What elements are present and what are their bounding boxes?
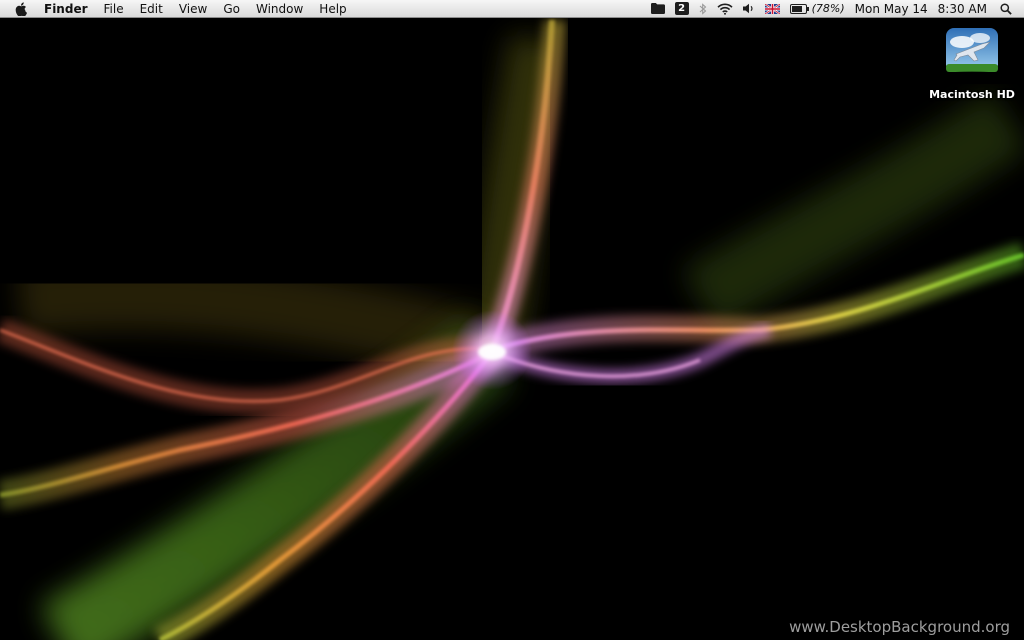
menu-go[interactable]: Go	[215, 0, 248, 18]
battery-icon	[789, 3, 809, 14]
desktop-icon-macintosh-hd[interactable]: Macintosh HD	[929, 24, 1015, 101]
spotlight-search-icon[interactable]	[1000, 0, 1012, 18]
desktop-icon-label: Macintosh HD	[929, 88, 1015, 101]
aurora-wallpaper	[0, 19, 1024, 640]
battery-percent: (78%)	[811, 2, 845, 15]
menu-extras: 2 (78%) Mon May 14 8:30 AM	[646, 0, 1024, 18]
menu-clock[interactable]: 8:30 AM	[938, 2, 987, 16]
wifi-icon[interactable]	[717, 0, 733, 18]
apple-logo-icon[interactable]	[14, 1, 28, 16]
menu-view[interactable]: View	[171, 0, 215, 18]
menu-bar: Finder File Edit View Go Window Help 2 (…	[0, 0, 1024, 18]
volume-icon[interactable]	[742, 0, 755, 18]
menu-finder[interactable]: Finder	[42, 0, 96, 18]
folder-icon[interactable]	[650, 0, 665, 18]
hard-drive-icon	[946, 28, 998, 77]
menu-edit[interactable]: Edit	[132, 0, 171, 18]
watermark-text: www.DesktopBackground.org	[789, 618, 1010, 636]
desktop-screen: Finder File Edit View Go Window Help 2 (…	[0, 0, 1024, 640]
battery-status[interactable]: (78%)	[789, 0, 845, 18]
menu-help[interactable]: Help	[311, 0, 354, 18]
bluetooth-icon[interactable]	[699, 0, 707, 18]
spaces-icon[interactable]: 2	[674, 0, 689, 18]
menu-window[interactable]: Window	[248, 0, 311, 18]
spaces-number: 2	[674, 2, 689, 15]
uk-flag-icon[interactable]	[764, 0, 780, 18]
menu-date[interactable]: Mon May 14	[855, 2, 928, 16]
menu-file[interactable]: File	[96, 0, 132, 18]
